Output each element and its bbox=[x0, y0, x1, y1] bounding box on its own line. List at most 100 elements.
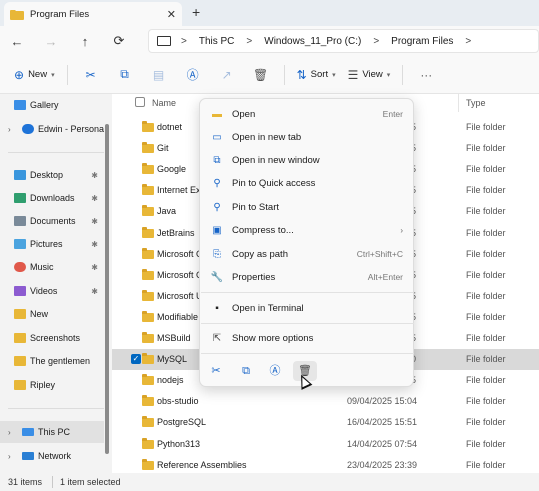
share-button[interactable]: ↗ bbox=[210, 68, 244, 82]
menu-item-open-terminal[interactable]: ▪ Open in Terminal bbox=[204, 297, 411, 319]
sidebar-item-ripley[interactable]: Ripley bbox=[0, 374, 104, 396]
chevron-right-icon[interactable]: > bbox=[373, 36, 379, 47]
pin-icon: ✱ bbox=[91, 170, 98, 180]
chevron-right-icon[interactable]: › bbox=[8, 452, 18, 461]
sidebar-item-label: Network bbox=[38, 451, 72, 461]
sidebar-item-screenshots[interactable]: Screenshots bbox=[0, 327, 104, 349]
file-name: JetBrains bbox=[157, 227, 195, 238]
menu-item-pin-start[interactable]: ⚲ Pin to Start bbox=[204, 196, 411, 218]
file-type: File folder bbox=[466, 269, 506, 280]
rename-icon[interactable]: Ⓐ bbox=[263, 361, 287, 381]
terminal-icon: ▪ bbox=[215, 302, 219, 314]
pin-icon: ✱ bbox=[91, 193, 98, 203]
refresh-button[interactable]: ⟳ bbox=[102, 33, 136, 49]
pin-icon: ✱ bbox=[91, 262, 98, 272]
menu-item-properties[interactable]: 🔧 Properties Alt+Enter bbox=[204, 266, 411, 288]
sidebar-item-pictures[interactable]: Pictures ✱ bbox=[0, 233, 104, 255]
item-count: 31 items bbox=[8, 477, 43, 487]
folder-icon bbox=[142, 416, 154, 428]
file-type: File folder bbox=[466, 333, 506, 343]
new-tab-button[interactable]: + bbox=[192, 4, 200, 20]
pictures-icon bbox=[14, 239, 26, 249]
file-name: Reference Assemblies bbox=[157, 459, 247, 470]
sidebar-item-label: Ripley bbox=[30, 380, 56, 390]
sidebar-item-downloads[interactable]: Downloads ✱ bbox=[0, 187, 104, 209]
sidebar-item-label: Videos bbox=[30, 286, 58, 296]
column-divider[interactable] bbox=[458, 94, 459, 112]
new-button[interactable]: ⊕ New ▾ bbox=[8, 61, 61, 89]
sort-icon: ⇅ bbox=[296, 67, 307, 82]
sidebar-item-this-pc[interactable]: › This PC bbox=[0, 421, 104, 443]
menu-item-open-new-window[interactable]: ⧉ Open in new window bbox=[204, 149, 411, 171]
sidebar-scrollbar[interactable] bbox=[105, 124, 109, 454]
cut-button[interactable]: ✂ bbox=[74, 68, 108, 82]
table-row[interactable]: Python313 14/04/2025 07:54 File folder bbox=[112, 434, 539, 455]
chevron-right-icon[interactable]: > bbox=[465, 36, 471, 47]
desktop-icon bbox=[14, 170, 26, 180]
menu-item-compress[interactable]: ▣ Compress to... › bbox=[204, 219, 411, 241]
sidebar-item-label: Edwin - Personal bbox=[38, 124, 104, 134]
back-button[interactable]: ← bbox=[0, 34, 34, 49]
toolbar-divider bbox=[402, 64, 404, 85]
pin-icon: ✱ bbox=[91, 286, 98, 296]
folder-icon bbox=[142, 205, 154, 217]
menu-item-copy-as-path[interactable]: ⎘ Copy as path Ctrl+Shift+C bbox=[204, 243, 411, 265]
more-options-button[interactable]: ··· bbox=[409, 68, 443, 82]
cut-icon[interactable]: ✂ bbox=[204, 361, 228, 381]
menu-item-show-more-options[interactable]: ⇱ Show more options bbox=[204, 327, 411, 349]
copy-icon[interactable]: ⧉ bbox=[234, 361, 258, 381]
sort-button[interactable]: ⇅ Sort ▾ bbox=[291, 61, 342, 89]
chevron-right-icon[interactable]: > bbox=[181, 36, 187, 47]
file-type: File folder bbox=[466, 164, 506, 175]
chevron-right-icon[interactable]: › bbox=[8, 125, 18, 134]
rename-button[interactable]: Ⓐ bbox=[176, 66, 210, 83]
sidebar-item-music[interactable]: Music ✱ bbox=[0, 256, 104, 278]
context-menu: ▬ Open Enter ▭ Open in new tab ⧉ Open in… bbox=[199, 98, 414, 387]
menu-item-open-new-tab[interactable]: ▭ Open in new tab bbox=[204, 126, 411, 148]
view-button[interactable]: ☰ View ▾ bbox=[342, 61, 397, 89]
menu-divider bbox=[201, 292, 414, 293]
copy-button[interactable]: ⧉ bbox=[108, 67, 142, 82]
breadcrumb-this-pc[interactable]: This PC bbox=[199, 36, 235, 47]
column-name[interactable]: Name bbox=[152, 98, 176, 108]
file-name: Microsoft U bbox=[157, 290, 203, 301]
sidebar-item-documents[interactable]: Documents ✱ bbox=[0, 210, 104, 232]
file-type: File folder bbox=[466, 417, 506, 428]
forward-button[interactable]: → bbox=[34, 34, 68, 49]
navigation-pane: Gallery › Edwin - Personal Desktop ✱ Dow… bbox=[0, 94, 110, 473]
sidebar-item-label: Pictures bbox=[30, 239, 63, 249]
pc-icon bbox=[157, 36, 171, 46]
chevron-right-icon[interactable]: › bbox=[8, 428, 18, 437]
delete-button[interactable]: 🗑 bbox=[244, 68, 278, 82]
sidebar-item-onedrive[interactable]: › Edwin - Personal bbox=[0, 118, 104, 140]
address-bar[interactable]: > This PC > Windows_11_Pro (C:) > Progra… bbox=[148, 29, 539, 53]
table-row[interactable]: obs-studio 09/04/2025 15:04 File folder bbox=[112, 391, 539, 412]
close-tab-icon[interactable]: ✕ bbox=[167, 8, 176, 21]
breadcrumb-program-files[interactable]: Program Files bbox=[391, 36, 453, 47]
gallery-icon bbox=[14, 100, 26, 110]
sidebar-item-new[interactable]: New bbox=[0, 303, 104, 325]
sidebar-item-network[interactable]: › Network bbox=[0, 445, 104, 467]
tab-program-files[interactable]: Program Files ✕ bbox=[4, 2, 182, 26]
up-button[interactable]: ↑ bbox=[68, 34, 102, 49]
menu-item-label: Pin to Start bbox=[232, 201, 279, 213]
sidebar-item-the-gentlemen[interactable]: The gentlemen bbox=[0, 350, 104, 372]
menu-shortcut: Enter bbox=[382, 109, 403, 119]
paste-button[interactable]: ▤ bbox=[142, 68, 176, 82]
menu-item-label: Compress to... bbox=[232, 224, 294, 236]
chevron-right-icon[interactable]: > bbox=[246, 36, 252, 47]
menu-item-open[interactable]: ▬ Open Enter bbox=[204, 103, 411, 125]
column-type[interactable]: Type bbox=[466, 98, 486, 108]
table-row[interactable]: PostgreSQL 16/04/2025 15:51 File folder bbox=[112, 412, 539, 433]
sidebar-item-label: Music bbox=[30, 262, 54, 272]
select-all-checkbox[interactable] bbox=[135, 97, 145, 107]
copy-path-icon: ⎘ bbox=[213, 248, 221, 260]
breadcrumb-drive[interactable]: Windows_11_Pro (C:) bbox=[264, 36, 361, 47]
folder-icon bbox=[142, 395, 154, 407]
sidebar-item-videos[interactable]: Videos ✱ bbox=[0, 280, 104, 302]
menu-item-pin-quick-access[interactable]: ⚲ Pin to Quick access bbox=[204, 172, 411, 194]
row-checkbox[interactable]: ✓ bbox=[131, 354, 141, 365]
sidebar-item-gallery[interactable]: Gallery bbox=[0, 94, 104, 116]
file-name: Internet Ex bbox=[157, 185, 201, 196]
sidebar-item-desktop[interactable]: Desktop ✱ bbox=[0, 164, 104, 186]
